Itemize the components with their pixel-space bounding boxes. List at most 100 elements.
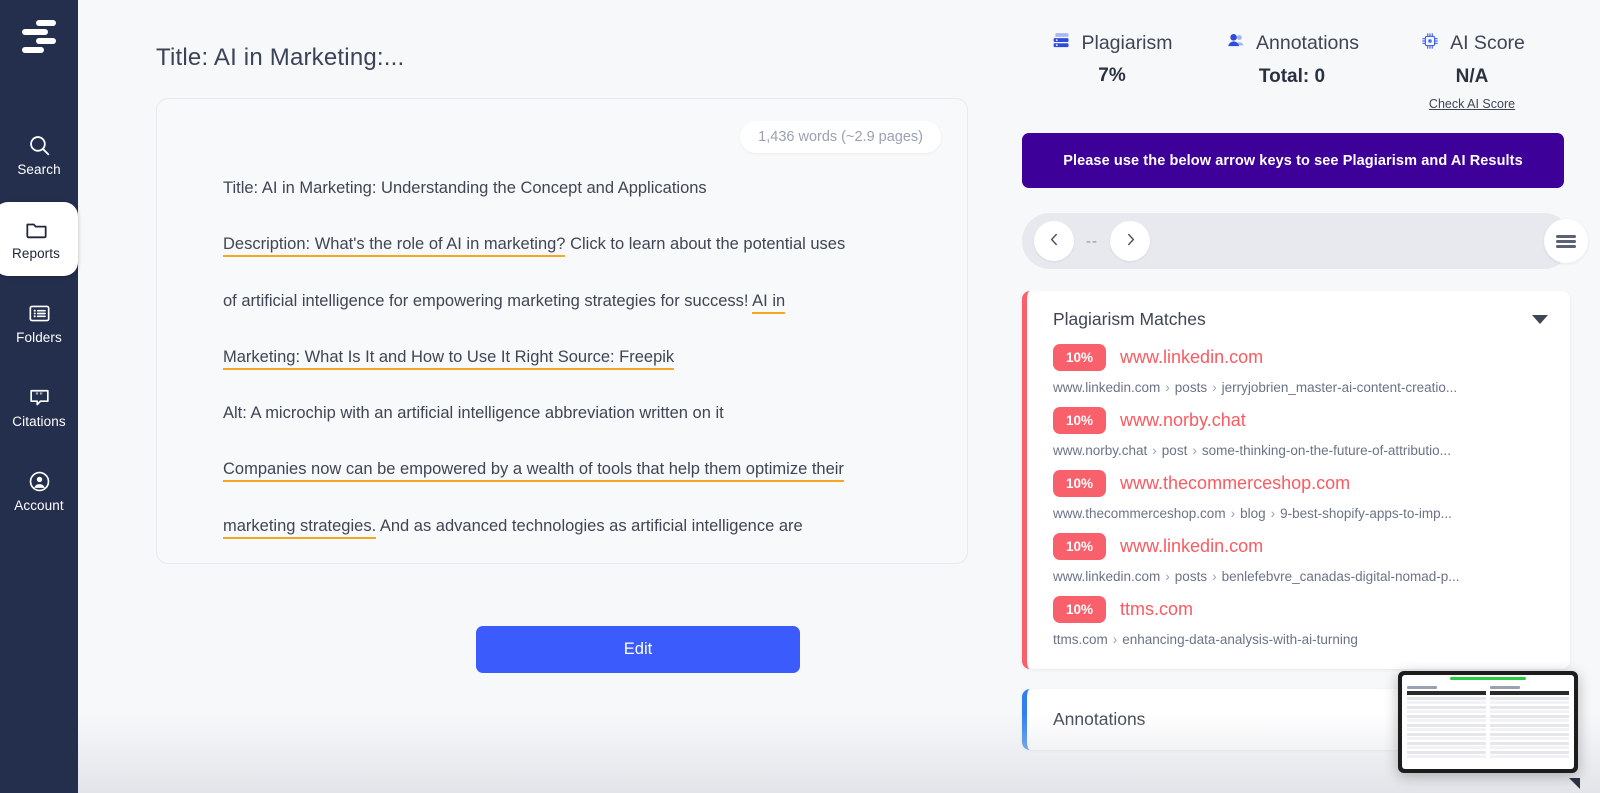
document-column: Title: AI in Marketing:... 1,436 words (… [78, 0, 1000, 793]
sidebar-item-label: Search [17, 162, 61, 178]
sidebar-item-label: Account [14, 498, 64, 514]
plagiarism-highlight[interactable]: Description: What's the role of AI in ma… [223, 235, 566, 258]
path-mid: posts [1174, 380, 1208, 395]
sidebar-item-search[interactable]: Search [0, 118, 78, 192]
match-domain-link[interactable]: www.linkedin.com [1120, 536, 1263, 557]
metric-label: Plagiarism [1081, 31, 1173, 54]
app-logo[interactable] [17, 16, 61, 56]
path-leaf: benlefebvre_canadas-digital-nomad-p... [1221, 569, 1460, 584]
quote-icon: ” ” [27, 385, 52, 410]
match-domain-link[interactable]: www.linkedin.com [1120, 347, 1263, 368]
plagiarism-highlight[interactable]: Marketing: What Is It and How to Use It … [223, 347, 675, 370]
match-path: www.linkedin.com › posts › jerryjobrien_mast… [1053, 380, 1458, 395]
match-row[interactable]: 10% www.linkedin.com www.linkedin.com › po… [1027, 344, 1570, 395]
section-title: Annotations [1053, 709, 1146, 729]
main-content: Title: AI in Marketing:... 1,436 words (… [78, 0, 1600, 793]
metric-ai-score: AI Score N/A Check AI Score [1382, 30, 1562, 111]
match-percent-badge: 10% [1053, 344, 1107, 371]
path-root: www.norby.chat [1053, 443, 1148, 458]
results-menu-button[interactable] [1544, 219, 1588, 263]
svg-text:”: ” [39, 391, 42, 401]
results-panel: Plagiarism 7% Annotations Total: 0 AI Sc… [1000, 0, 1600, 793]
next-result-button[interactable] [1110, 221, 1150, 261]
match-row[interactable]: 10% ttms.com ttms.com › enhancing-data-ana… [1027, 596, 1570, 647]
plagiarism-highlight[interactable]: marketing strategies. [223, 516, 377, 539]
match-domain-link[interactable]: ttms.com [1120, 599, 1193, 620]
path-mid: blog [1240, 506, 1266, 521]
result-navigation-bar: -- [1022, 213, 1588, 269]
user-circle-icon [27, 469, 52, 494]
metrics-bar: Plagiarism 7% Annotations Total: 0 AI Sc… [1000, 30, 1600, 111]
match-path: ttms.com › enhancing-data-analysis-with-ai… [1053, 632, 1358, 647]
thumbnail-table-right [1490, 686, 1569, 760]
thumbnail-table-left [1407, 686, 1486, 760]
match-domain-link[interactable]: www.thecommerceshop.com [1120, 473, 1350, 494]
document-line: of artificial intelligence for empowerin… [223, 290, 903, 314]
match-percent-badge: 10% [1053, 533, 1107, 560]
path-root: ttms.com [1053, 632, 1108, 647]
match-row[interactable]: 10% www.norby.chat www.norby.chat › post › s… [1027, 407, 1570, 458]
hamburger-icon [1556, 233, 1576, 250]
document-line-text: Click to learn about the potential uses [565, 235, 846, 254]
match-percent-badge: 10% [1053, 470, 1107, 497]
page-title: Title: AI in Marketing:... [156, 44, 405, 71]
sidebar-item-label: Reports [12, 246, 60, 262]
sidebar: Search Reports Folders ” ” Citations Acc… [0, 0, 78, 793]
document-line: Companies now can be empowered by a weal… [223, 458, 903, 483]
people-icon [1225, 30, 1247, 57]
info-banner: Please use the below arrow keys to see P… [1022, 133, 1564, 188]
match-path: www.norby.chat › post › some-thinking-on-the… [1053, 443, 1451, 458]
sidebar-item-reports[interactable]: Reports [0, 202, 78, 276]
metric-value: N/A [1455, 66, 1489, 87]
prev-result-button[interactable] [1034, 221, 1074, 261]
document-line: Marketing: What Is It and How to Use It … [223, 346, 903, 370]
match-row[interactable]: 10% www.linkedin.com www.linkedin.com › po… [1027, 533, 1570, 584]
list-icon [27, 301, 52, 326]
match-path: www.linkedin.com › posts › benlefebvre_canad… [1053, 569, 1460, 584]
document-line-text: Alt: A microchip with an artificial inte… [223, 404, 724, 423]
result-counter: -- [1086, 232, 1098, 250]
document-line-text: Title: AI in Marketing: Understanding th… [223, 179, 707, 197]
chevron-down-icon[interactable] [1532, 315, 1548, 324]
floating-preview-thumbnail[interactable] [1398, 671, 1580, 789]
thumbnail-progress-bar [1450, 677, 1526, 680]
plagiarism-highlight[interactable]: Companies now can be empowered by a weal… [223, 460, 844, 483]
thumbnail-collapse-arrow[interactable] [1569, 778, 1580, 789]
match-percent-badge: 10% [1053, 596, 1107, 623]
document-line-text: And as advanced technologies as artifici… [376, 516, 803, 535]
svg-text:”: ” [35, 391, 38, 401]
path-root: www.linkedin.com [1053, 380, 1161, 395]
plagiarism-matches-card: Plagiarism Matches 10% www.linkedin.com … [1022, 291, 1570, 669]
document-preview-card: 1,436 words (~2.9 pages) Title: AI in Ma… [156, 98, 968, 564]
sidebar-item-label: Citations [12, 414, 66, 430]
app-root: Search Reports Folders ” ” Citations Acc… [0, 0, 1600, 793]
logo-bars-icon [22, 19, 56, 53]
folder-icon [24, 217, 49, 242]
edit-button[interactable]: Edit [476, 626, 800, 673]
document-line: Title: AI in Marketing: Understanding th… [223, 177, 903, 199]
thumbnail-screen [1402, 675, 1574, 769]
path-leaf: jerryjobrien_master-ai-content-creatio..… [1221, 380, 1458, 395]
sidebar-nav: Search Reports Folders ” ” Citations Acc… [0, 118, 78, 538]
chevron-left-icon [1046, 231, 1063, 251]
document-line: Description: What's the role of AI in ma… [223, 233, 903, 258]
metric-value: 7% [1098, 65, 1126, 86]
plagiarism-stack-icon [1051, 30, 1072, 56]
match-row[interactable]: 10% www.thecommerceshop.com www.thecomme… [1027, 470, 1570, 521]
plagiarism-highlight[interactable]: AI in [752, 291, 786, 314]
sidebar-item-citations[interactable]: ” ” Citations [0, 370, 78, 444]
path-mid: post [1161, 443, 1188, 458]
document-line: marketing strategies. And as advanced te… [223, 515, 903, 539]
document-line: Alt: A microchip with an artificial inte… [223, 402, 903, 424]
metric-annotations: Annotations Total: 0 [1202, 30, 1382, 111]
sidebar-item-folders[interactable]: Folders [0, 286, 78, 360]
plagiarism-matches-header[interactable]: Plagiarism Matches [1027, 309, 1570, 330]
thumbnail-tables [1404, 686, 1572, 760]
path-leaf: 9-best-shopify-apps-to-imp... [1280, 506, 1452, 521]
section-title: Plagiarism Matches [1053, 309, 1206, 329]
match-domain-link[interactable]: www.norby.chat [1120, 410, 1246, 431]
check-ai-score-link[interactable]: Check AI Score [1429, 97, 1515, 111]
path-leaf: some-thinking-on-the-future-of-attributi… [1201, 443, 1451, 458]
path-mid: posts [1174, 569, 1208, 584]
sidebar-item-account[interactable]: Account [0, 454, 78, 528]
